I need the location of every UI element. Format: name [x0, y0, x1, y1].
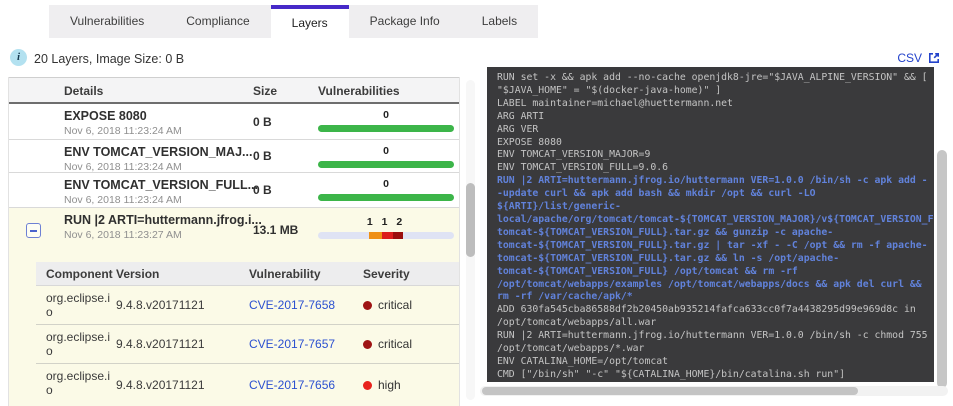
layer-size: 0 B [253, 183, 272, 197]
layer-title: ENV TOMCAT_VERSION_MAJ... [64, 145, 253, 159]
layer-size: 0 B [253, 149, 272, 163]
severity-label: critical [378, 298, 413, 312]
vuln-bar-cell: 0 [318, 104, 454, 132]
vuln-bar [318, 125, 454, 132]
layer-date: Nov 6, 2018 11:23:24 AM [64, 125, 182, 137]
vuln-bar-cell: 0 [318, 173, 454, 201]
code-panel-scrollbar[interactable] [937, 150, 947, 388]
code-lines: RUN set -x && apk add --no-cache openjdk… [497, 72, 934, 380]
component-version: 9.4.8.v20171121 [116, 378, 205, 392]
col-vulnerabilities: Vulnerabilities [318, 84, 400, 98]
cve-row: org.eclipse.io 9.4.8.v20171121 CVE-2017-… [36, 286, 459, 325]
layer-date: Nov 6, 2018 11:23:24 AM [64, 194, 182, 206]
col-version: Version [116, 267, 160, 281]
severity-cell: critical [363, 325, 412, 363]
collapse-icon[interactable] [26, 223, 41, 238]
vuln-bar-cell: 0 [318, 140, 454, 168]
table-row-run-layer[interactable]: RUN |2 ARTI=huttermann.jfrog.i... Nov 6,… [9, 208, 459, 252]
csv-link[interactable]: CSV [897, 51, 922, 65]
vuln-count: 1 1 2 [366, 216, 406, 228]
layer-title: ENV TOMCAT_VERSION_FULL... [64, 178, 259, 192]
severity-cell: critical [363, 286, 412, 324]
severity-dot [363, 339, 372, 349]
component-name: org.eclipse.io [46, 369, 111, 397]
severity-label: high [378, 378, 401, 392]
severity-label: critical [378, 337, 413, 351]
vuln-bar [318, 194, 454, 201]
col-details: Details [64, 84, 104, 98]
component-name: org.eclipse.io [46, 291, 111, 319]
layers-table-header: Details Size Vulnerabilities [9, 77, 459, 104]
col-severity: Severity [363, 267, 410, 281]
layer-date: Nov 6, 2018 11:23:24 AM [64, 161, 182, 173]
cve-row: org.eclipse.io 9.4.8.v20171121 CVE-2017-… [36, 364, 459, 406]
vulnerability-table: Component Version Vulnerability Severity… [36, 262, 459, 406]
cve-link[interactable]: CVE-2017-7656 [249, 364, 335, 406]
vuln-count: 0 [383, 178, 389, 190]
col-vulnerability: Vulnerability [249, 267, 321, 281]
vulnerability-table-header: Component Version Vulnerability Severity [36, 262, 459, 286]
layer-size: 0 B [253, 114, 272, 129]
left-panel-scrollbar[interactable] [466, 183, 475, 257]
col-component: Component [46, 267, 113, 281]
tab-labels[interactable]: Labels [461, 5, 538, 38]
table-row-env-full[interactable]: ENV TOMCAT_VERSION_FULL... Nov 6, 2018 1… [9, 173, 459, 208]
component-name: org.eclipse.io [46, 330, 111, 358]
col-size: Size [253, 84, 278, 98]
vuln-count: 0 [383, 145, 389, 157]
cve-link[interactable]: CVE-2017-7658 [249, 286, 335, 324]
tab-bar: Vulnerabilities Compliance Layers Packag… [49, 5, 539, 38]
info-icon: i [10, 49, 27, 66]
layers-view: Vulnerabilities Compliance Layers Packag… [0, 0, 953, 406]
export-icon[interactable] [927, 51, 941, 65]
vuln-count: 0 [383, 109, 389, 121]
tab-compliance[interactable]: Compliance [165, 5, 270, 38]
vuln-bar [318, 161, 454, 168]
component-version: 9.4.8.v20171121 [116, 337, 205, 351]
layers-summary: 20 Layers, Image Size: 0 B [34, 52, 185, 66]
layer-title: EXPOSE 8080 [64, 109, 147, 123]
vuln-bar-segments [318, 232, 454, 239]
layer-title: RUN |2 ARTI=huttermann.jfrog.i... [64, 213, 262, 227]
layer-size: 13.1 MB [253, 223, 299, 237]
severity-dot [363, 300, 372, 310]
layer-date: Nov 6, 2018 11:23:27 AM [64, 229, 182, 241]
tab-vulnerabilities[interactable]: Vulnerabilities [49, 5, 165, 38]
tab-package-info[interactable]: Package Info [349, 5, 461, 38]
tab-layers[interactable]: Layers [270, 5, 349, 38]
layers-table: Details Size Vulnerabilities EXPOSE 8080… [8, 77, 460, 406]
vuln-bar-cell: 1 1 2 [318, 208, 454, 239]
severity-dot [363, 380, 372, 390]
cve-row: org.eclipse.io 9.4.8.v20171121 CVE-2017-… [36, 325, 459, 364]
cve-link[interactable]: CVE-2017-7657 [249, 325, 335, 363]
csv-export[interactable]: CSV [897, 51, 941, 65]
dockerfile-panel: RUN set -x && apk add --no-cache openjdk… [487, 67, 934, 382]
table-row-env-major[interactable]: ENV TOMCAT_VERSION_MAJ... Nov 6, 2018 11… [9, 140, 459, 173]
severity-cell: high [363, 364, 401, 406]
expanded-vulnerabilities: Component Version Vulnerability Severity… [9, 252, 459, 406]
component-version: 9.4.8.v20171121 [116, 298, 205, 312]
table-row-expose-8080[interactable]: EXPOSE 8080 Nov 6, 2018 11:23:24 AM 0 B … [9, 104, 459, 140]
code-panel-hscrollbar[interactable] [482, 387, 858, 395]
